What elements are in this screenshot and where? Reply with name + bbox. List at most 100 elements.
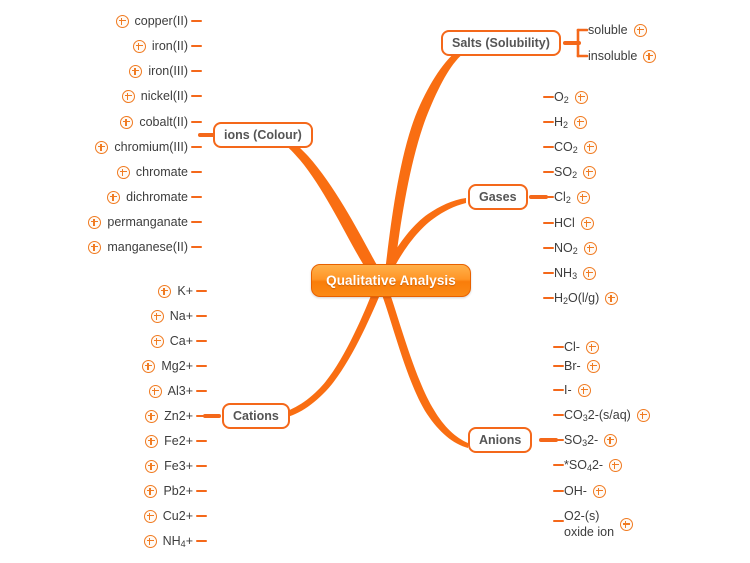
spine-salts [563,28,589,58]
plus-circle-icon[interactable] [115,14,129,28]
plus-circle-icon[interactable] [643,49,657,63]
plus-circle-icon[interactable] [633,23,647,37]
leaf-label: copper(II) [134,14,189,28]
plus-circle-icon[interactable] [145,434,159,448]
plus-circle-icon[interactable] [605,291,619,305]
plus-circle-icon[interactable] [583,241,597,255]
leaf-ions-manganese-ii[interactable]: manganese(II) [88,240,188,254]
leaf-anion-carbonate[interactable]: CO32-(s/aq) [564,408,650,423]
leaf-anion-sulfite[interactable]: SO32- [564,433,618,448]
leaf-anion-sulfate[interactable]: *SO42- [564,458,623,473]
plus-circle-icon[interactable] [150,334,164,348]
leaf-ions-permanganate[interactable]: permanganate [88,215,188,229]
plus-circle-icon[interactable] [88,215,102,229]
leaf-ions-chromium-iii[interactable]: chromium(III) [95,140,188,154]
branch-node-label: ions (Colour) [224,128,302,142]
leaf-anion-bromide[interactable]: Br- [564,359,600,373]
leaf-ions-copper-ii[interactable]: copper(II) [115,14,189,28]
leaf-label: H2 [554,115,569,130]
plus-circle-icon[interactable] [576,190,590,204]
plus-circle-icon[interactable] [583,165,597,179]
plus-circle-icon[interactable] [577,383,591,397]
plus-circle-icon[interactable] [592,484,606,498]
branch-node-cations[interactable]: Cations [222,403,290,429]
plus-circle-icon[interactable] [121,89,135,103]
leaf-ions-cobalt-ii[interactable]: cobalt(II) [120,115,188,129]
leaf-label: Mg2+ [161,359,193,373]
leaf-ions-nickel-ii[interactable]: nickel(II) [121,89,188,103]
plus-circle-icon[interactable] [585,340,599,354]
plus-circle-icon[interactable] [574,90,588,104]
root-node[interactable]: Qualitative Analysis [311,264,471,297]
plus-circle-icon[interactable] [142,359,156,373]
plus-circle-icon[interactable] [609,458,623,472]
leaf-gas-no2[interactable]: NO2 [554,241,597,256]
plus-circle-icon[interactable] [148,384,162,398]
leaf-salts-insoluble[interactable]: insoluble [588,49,657,63]
leaf-anion-oxide[interactable]: O2-(s) oxide ion [564,509,634,540]
plus-circle-icon[interactable] [145,459,159,473]
leaf-cation-na[interactable]: Na+ [150,309,193,323]
leaf-gas-hcl[interactable]: HCl [554,216,594,230]
leaf-gas-o2[interactable]: O2 [554,90,588,105]
leaf-cation-pb[interactable]: Pb2+ [144,484,193,498]
plus-circle-icon[interactable] [132,39,146,53]
leaf-ions-iron-ii[interactable]: iron(II) [132,39,188,53]
plus-circle-icon[interactable] [583,140,597,154]
plus-circle-icon[interactable] [620,518,634,532]
stubs-ions-colour [191,20,215,248]
plus-circle-icon[interactable] [604,433,618,447]
leaf-gas-nh3[interactable]: NH3 [554,266,597,281]
plus-circle-icon[interactable] [150,309,164,323]
leaf-label: SO32- [564,433,599,448]
plus-circle-icon[interactable] [580,216,594,230]
leaf-cation-mg[interactable]: Mg2+ [142,359,193,373]
stubs-gases [529,96,554,299]
leaf-ions-dichromate[interactable]: dichromate [107,190,188,204]
leaf-gas-cl2[interactable]: Cl2 [554,190,590,205]
leaf-salts-soluble[interactable]: soluble [588,23,647,37]
plus-circle-icon[interactable] [158,284,172,298]
plus-circle-icon[interactable] [636,408,650,422]
plus-circle-icon[interactable] [95,140,109,154]
leaf-label: Ca+ [169,334,193,348]
branch-node-anions[interactable]: Anions [468,427,533,453]
leaf-cation-nh4[interactable]: NH4+ [143,534,193,549]
plus-circle-icon[interactable] [116,165,130,179]
branch-node-label: Gases [479,190,517,204]
leaf-cation-zn[interactable]: Zn2+ [145,409,193,423]
leaf-anion-chloride[interactable]: Cl- [564,340,599,354]
leaf-anion-hydroxide[interactable]: OH- [564,484,606,498]
plus-circle-icon[interactable] [107,190,121,204]
plus-circle-icon[interactable] [143,534,157,548]
branch-node-ions-colour[interactable]: ions (Colour) [213,122,313,148]
leaf-cation-fe2[interactable]: Fe2+ [145,434,193,448]
stubs-anions [539,346,564,522]
leaf-gas-co2[interactable]: CO2 [554,140,597,155]
leaf-label: NO2 [554,241,578,256]
plus-circle-icon[interactable] [120,115,134,129]
leaf-gas-h2o[interactable]: H2O(l/g) [554,291,619,306]
plus-circle-icon[interactable] [88,240,102,254]
leaf-cation-k[interactable]: K+ [158,284,193,298]
leaf-anion-iodide[interactable]: I- [564,383,591,397]
leaf-gas-so2[interactable]: SO2 [554,165,597,180]
leaf-label: soluble [588,23,628,37]
plus-circle-icon[interactable] [143,509,157,523]
leaf-cation-fe3[interactable]: Fe3+ [145,459,193,473]
plus-circle-icon[interactable] [144,484,158,498]
mindmap-canvas: Qualitative Analysis ions (Colour) Salts… [0,0,750,563]
leaf-cation-ca[interactable]: Ca+ [150,334,193,348]
leaf-ions-iron-iii[interactable]: iron(III) [129,64,188,78]
leaf-cation-cu[interactable]: Cu2+ [143,509,193,523]
plus-circle-icon[interactable] [574,115,588,129]
plus-circle-icon[interactable] [586,359,600,373]
branch-node-gases[interactable]: Gases [468,184,528,210]
leaf-cation-al[interactable]: Al3+ [148,384,193,398]
plus-circle-icon[interactable] [129,64,143,78]
plus-circle-icon[interactable] [583,266,597,280]
plus-circle-icon[interactable] [145,409,159,423]
leaf-gas-h2[interactable]: H2 [554,115,588,130]
leaf-ions-chromate[interactable]: chromate [116,165,188,179]
branch-node-salts-solubility[interactable]: Salts (Solubility) [441,30,561,56]
